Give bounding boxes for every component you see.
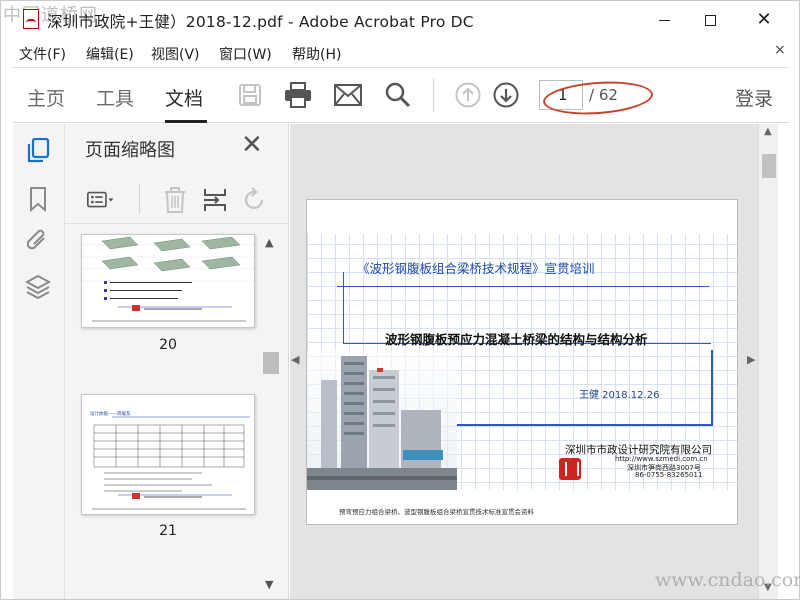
title-underline xyxy=(337,286,709,287)
author-date: 王健 2018.12.26 xyxy=(579,390,660,401)
options-menu-button[interactable] xyxy=(87,186,115,214)
doc-scroll-up-icon[interactable]: ▲ xyxy=(764,126,772,137)
thumbnail-scrollbar[interactable]: ▲ ▼ xyxy=(261,234,279,599)
print-icon xyxy=(285,82,311,108)
save-icon xyxy=(239,84,261,106)
layers-button[interactable] xyxy=(25,274,51,300)
pdf-page: 《波形钢腹板组合梁桥技术规程》宣贯培训 波形钢腹板预应力混凝土桥梁的结构与结构分… xyxy=(306,199,738,525)
title-bar: 中国道桥网 深圳市政院+王健）2018-12.pdf - Adobe Acrob… xyxy=(1,1,799,39)
left-vertical-rule xyxy=(343,272,344,344)
navigation-rail xyxy=(13,124,65,599)
page-footer: 预弯预应力组合梁桥、波型钢腹板组合梁桥宣贯技术标准宣贯会资料 xyxy=(339,508,534,516)
page-thumbnails-panel: 页面缩略图 ✕ 20 设计依据——荷载及 21 ▲ ▼ xyxy=(65,124,289,599)
menu-file[interactable]: 文件(F) xyxy=(19,44,66,64)
acrobat-window: 中国道桥网 深圳市政院+王健）2018-12.pdf - Adobe Acrob… xyxy=(0,0,800,600)
close-window-button[interactable]: ✕ xyxy=(741,1,787,39)
thumbnail-page-20[interactable] xyxy=(81,234,255,328)
menu-edit[interactable]: 编辑(E) xyxy=(86,44,134,64)
main-toolbar: 主页 工具 文档 1 / 62 登录 xyxy=(13,67,789,123)
right-vertical-rule xyxy=(711,350,713,426)
insert-icon xyxy=(204,189,226,211)
maximize-icon xyxy=(704,14,716,26)
next-page-button[interactable] xyxy=(491,80,521,110)
attachments-button[interactable] xyxy=(25,228,51,254)
menu-window[interactable]: 窗口(W) xyxy=(219,44,272,64)
close-icon: ✕ xyxy=(756,9,772,30)
thumbnail-20-image xyxy=(82,235,254,327)
search-icon xyxy=(385,82,411,108)
window-title: 深圳市政院+王健）2018-12.pdf - Adobe Acrobat Pro… xyxy=(47,13,474,31)
mail-icon xyxy=(334,84,362,106)
layers-icon xyxy=(25,274,51,300)
site-watermark-bottom: www.cndao.com xyxy=(655,569,800,591)
next-page-arrow-icon[interactable]: ▶ xyxy=(747,353,755,366)
save-button[interactable] xyxy=(235,80,265,110)
tab-tools[interactable]: 工具 xyxy=(96,84,134,111)
pdf-app-icon xyxy=(23,9,39,29)
tab-document[interactable]: 文档 xyxy=(165,84,203,111)
panel-title: 页面缩略图 xyxy=(85,140,175,161)
rotate-icon xyxy=(244,187,264,209)
menu-help[interactable]: 帮助(H) xyxy=(292,44,341,64)
panel-toolbar-separator xyxy=(139,184,140,214)
previous-page-button[interactable] xyxy=(453,80,483,110)
doc-scroll-thumb[interactable] xyxy=(762,154,776,178)
delete-icon xyxy=(165,187,185,213)
previous-page-arrow-icon[interactable]: ◀ xyxy=(291,353,299,366)
thumbnail-page-21[interactable]: 设计依据——荷载及 xyxy=(81,394,255,515)
maximize-button[interactable] xyxy=(687,1,733,39)
attachment-icon xyxy=(27,229,45,250)
login-link[interactable]: 登录 xyxy=(735,84,773,111)
menu-view[interactable]: 视图(V) xyxy=(151,44,200,64)
options-menu-icon xyxy=(87,191,114,208)
email-button[interactable] xyxy=(333,80,363,110)
document-scrollbar[interactable]: ▲ ▼ xyxy=(758,124,778,599)
close-document-button[interactable]: × xyxy=(774,42,786,58)
slide-subtitle: 波形钢腹板预应力混凝土桥梁的结构与结构分析 xyxy=(385,332,648,347)
scroll-down-arrow-icon[interactable]: ▼ xyxy=(265,578,273,591)
bookmark-icon xyxy=(30,187,46,212)
tab-home[interactable]: 主页 xyxy=(27,84,65,111)
page-down-icon xyxy=(493,82,519,108)
insert-page-button[interactable] xyxy=(201,186,229,214)
print-button[interactable] xyxy=(283,80,313,110)
delete-page-button[interactable] xyxy=(161,186,189,214)
thumbnail-21-label: 21 xyxy=(159,523,177,539)
thumbnail-scroll-thumb[interactable] xyxy=(263,352,279,374)
toolbar-separator xyxy=(433,78,434,112)
page-thumbnails-button[interactable] xyxy=(25,138,51,164)
scroll-up-arrow-icon[interactable]: ▲ xyxy=(265,236,273,249)
organization-phone: 86-0755-83265011 xyxy=(635,471,703,479)
active-tab-indicator xyxy=(165,120,207,123)
minimize-button[interactable] xyxy=(641,1,687,39)
organization-website: http://www.szmedi.com.cn xyxy=(615,455,708,463)
find-button[interactable] xyxy=(383,80,413,110)
rotate-page-button[interactable] xyxy=(241,186,269,214)
thumbnail-20-label: 20 xyxy=(159,337,177,353)
page-top-margin xyxy=(307,200,737,234)
minimize-icon xyxy=(658,19,670,21)
menu-bar: 文件(F) 编辑(E) 视图(V) 窗口(W) 帮助(H) × xyxy=(1,39,799,65)
slide-title: 《波形钢腹板组合梁桥技术规程》宣贯培训 xyxy=(357,261,595,276)
city-building-image xyxy=(307,350,457,490)
close-panel-button[interactable]: ✕ xyxy=(241,132,263,158)
page-thumbnails-icon xyxy=(27,138,50,163)
page-up-icon xyxy=(455,82,481,108)
institute-logo xyxy=(559,458,581,480)
panel-toolbar xyxy=(65,176,289,224)
thumbnail-21-title: 设计依据——荷载及 xyxy=(90,412,131,417)
bookmarks-button[interactable] xyxy=(25,186,51,212)
bottom-rule xyxy=(457,424,713,426)
